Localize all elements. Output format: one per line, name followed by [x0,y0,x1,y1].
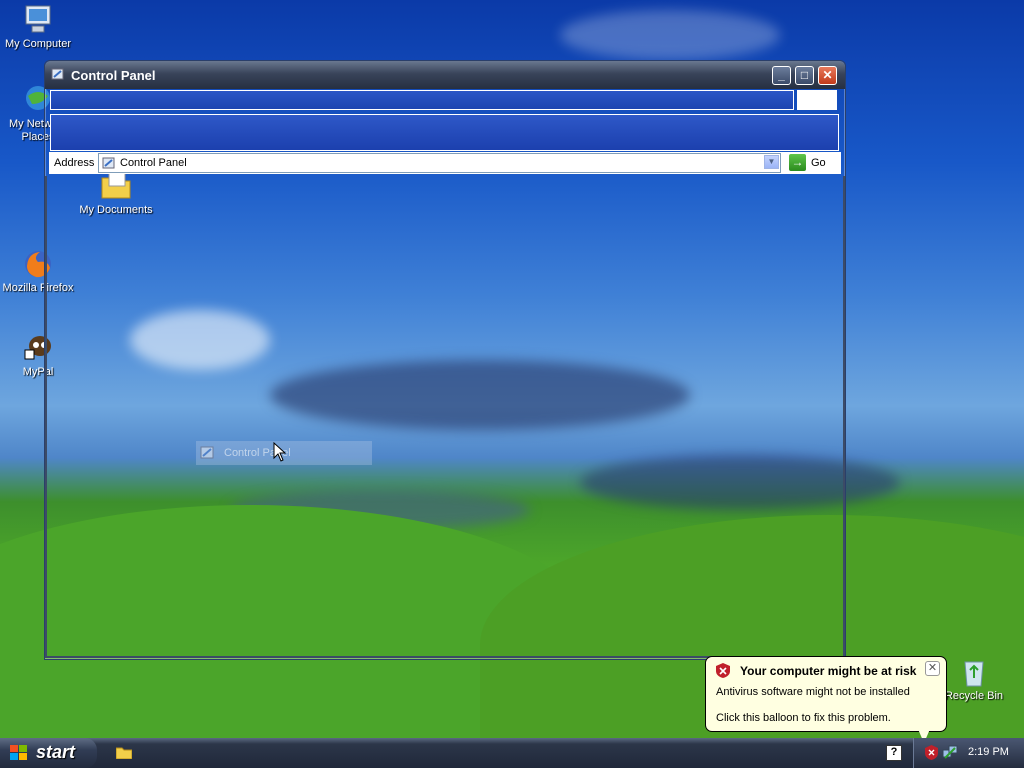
balloon-message: Antivirus software might not be installe… [716,686,910,698]
window-titlebar[interactable]: Control Panel _ □ ✕ [45,61,845,89]
my-computer-icon [22,4,54,36]
desktop-icon-label: My Computer [4,38,72,50]
go-arrow-icon: → [789,154,806,171]
taskbar: start ? 2:19 PM [0,738,1024,768]
control-panel-icon [102,156,116,170]
balloon-title: Your computer might be at risk [740,664,917,678]
start-label: start [36,742,76,762]
menu-bar-throbber [797,90,837,110]
control-panel-window[interactable]: Control Panel _ □ ✕ Address Control Pane… [44,60,846,660]
address-value: Control Panel [120,157,187,169]
desktop-icon-my-computer[interactable]: My Computer [0,4,80,51]
windows-logo-icon [10,745,28,761]
help-icon[interactable]: ? [886,745,902,761]
menu-bar[interactable] [50,90,794,110]
security-shield-icon [716,663,730,678]
network-tray-icon[interactable] [942,745,958,760]
address-input[interactable]: Control Panel ▼ [98,153,781,173]
address-bar: Address Control Panel ▼ → Go [49,152,841,174]
minimize-button[interactable]: _ [772,66,791,85]
balloon-action-text[interactable]: Click this balloon to fix this problem. [716,712,891,724]
clock[interactable]: 2:19 PM [968,746,1009,758]
mouse-cursor-icon [273,441,287,462]
security-shield-icon[interactable] [925,745,938,760]
window-content-area[interactable] [45,176,845,658]
close-button[interactable]: ✕ [818,66,837,85]
recycle-bin-icon [958,656,990,688]
standard-toolbar[interactable] [50,114,839,151]
maximize-button[interactable]: □ [795,66,814,85]
control-panel-icon [200,445,216,461]
system-tray: 2:19 PM [913,738,1024,768]
security-balloon[interactable]: Your computer might be at risk ✕ Antivir… [705,656,947,732]
address-label: Address [54,157,95,169]
window-title: Control Panel [71,68,156,83]
control-panel-icon [51,67,65,81]
go-label: Go [811,157,826,169]
chevron-down-icon[interactable]: ▼ [764,155,779,169]
folder-icon[interactable] [115,746,133,760]
go-button[interactable]: → Go [787,153,837,173]
start-button[interactable]: start [0,738,97,768]
balloon-close-button[interactable]: ✕ [925,661,940,676]
